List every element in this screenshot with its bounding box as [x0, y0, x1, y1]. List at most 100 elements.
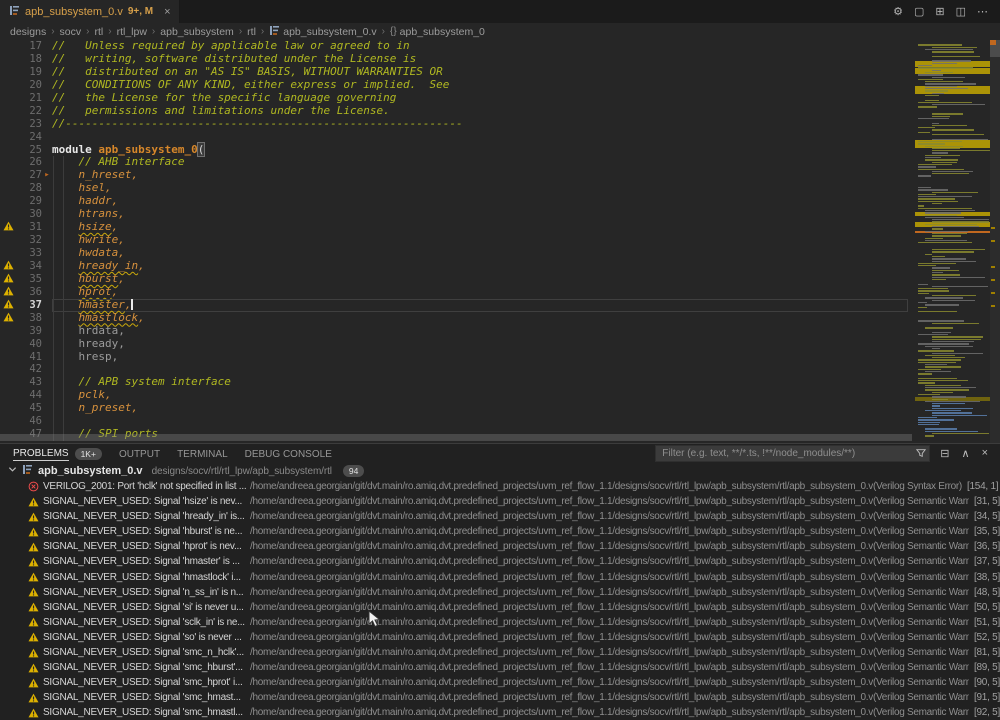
minimap-code-line	[918, 293, 929, 294]
grid-icon[interactable]: ⊞	[935, 5, 944, 18]
gutter-space	[0, 363, 16, 376]
problem-row-6[interactable]: SIGNAL_NEVER_USED: Signal 'hmastlock' i.…	[0, 570, 1000, 585]
code-line-39[interactable]: 39 hrdata,	[0, 325, 908, 338]
minimap-code-line	[932, 226, 979, 227]
code-token: n_preset,	[79, 401, 139, 414]
code-token: apb_subsystem_0	[98, 143, 197, 156]
problems-filter-input[interactable]	[655, 445, 930, 462]
code-line-content[interactable]: n_preset,	[52, 402, 908, 415]
code-line-23[interactable]: 23//------------------------------------…	[0, 118, 908, 131]
code-line-content[interactable]: haddr,	[52, 195, 908, 208]
chevron-down-icon[interactable]	[8, 465, 17, 477]
code-line-content[interactable]: hmastlock,	[52, 312, 908, 325]
minimap-code-line	[932, 433, 989, 434]
code-line-content[interactable]: hsel,	[52, 182, 908, 195]
breadcrumb-item-rtl_lpw[interactable]: rtl_lpw	[117, 26, 147, 38]
breadcrumb-item-rtl[interactable]: rtl	[247, 26, 256, 38]
minimap-code-line	[925, 371, 951, 372]
code-line-content[interactable]: //--------------------------------------…	[52, 118, 908, 131]
code-line-32[interactable]: 32 hwrite,	[0, 234, 908, 247]
tab-apb-subsystem-0[interactable]: apb_subsystem_0.v 9+, M ×	[0, 0, 180, 23]
code-line-27[interactable]: 27▸ n_hreset,	[0, 169, 908, 182]
code-line-41[interactable]: 41 hresp,	[0, 351, 908, 364]
gutter-space	[0, 402, 16, 415]
panel-tab-debug-console[interactable]: DEBUG CONSOLE	[245, 444, 332, 463]
collapse-all-icon[interactable]: ⊟	[940, 447, 949, 460]
code-line-content[interactable]: hprot,	[52, 286, 908, 299]
chevron-right-icon: ›	[239, 26, 242, 37]
minimap-code-line	[918, 417, 937, 418]
code-line-28[interactable]: 28 hsel,	[0, 182, 908, 195]
code-line-40[interactable]: 40 hready,	[0, 338, 908, 351]
code-line-31[interactable]: 31 hsize,	[0, 221, 908, 234]
problem-row-15[interactable]: SIGNAL_NEVER_USED: Signal 'smc_hmastl...…	[0, 705, 1000, 720]
code-line-35[interactable]: 35 hburst,	[0, 273, 908, 286]
code-line-content[interactable]: htrans,	[52, 208, 908, 221]
minimap-code-line	[925, 254, 932, 255]
code-line-content[interactable]	[52, 415, 908, 428]
panel-tab-output[interactable]: OUTPUT	[119, 444, 160, 463]
close-panel-icon[interactable]: ×	[982, 447, 988, 460]
breadcrumb-item-socv[interactable]: socv	[60, 26, 82, 38]
problem-location: [91, 5]	[974, 690, 1000, 705]
code-line-content[interactable]: // AHB interface	[52, 156, 908, 169]
problem-row-0[interactable]: VERILOG_2001: Port 'hclk' not specified …	[0, 479, 1000, 494]
code-line-content[interactable]: hready_in,	[52, 260, 908, 273]
code-line-30[interactable]: 30 htrans,	[0, 208, 908, 221]
problem-row-4[interactable]: SIGNAL_NEVER_USED: Signal 'hprot' is nev…	[0, 539, 1000, 554]
code-line-29[interactable]: 29 haddr,	[0, 195, 908, 208]
code-line-content[interactable]: hsize,	[52, 221, 908, 234]
problem-row-14[interactable]: SIGNAL_NEVER_USED: Signal 'smc_hmast... …	[0, 690, 1000, 705]
problem-filepath: /home/andreea.georgian/git/dvt.main/ro.a…	[250, 705, 969, 720]
code-line-content[interactable]: hwrite,	[52, 234, 908, 247]
minimap-code-line	[918, 65, 932, 66]
vertical-scrollbar[interactable]	[990, 40, 1000, 443]
code-area[interactable]: 17// Unless required by applicable law o…	[0, 40, 908, 441]
problem-row-10[interactable]: SIGNAL_NEVER_USED: Signal 'so' is never …	[0, 630, 1000, 645]
code-line-content[interactable]: hrdata,	[52, 325, 908, 338]
more-actions-icon[interactable]: ⋯	[977, 5, 988, 18]
code-line-34[interactable]: 34 hready_in,	[0, 260, 908, 273]
breadcrumb-item-apb_subsystem_0.v[interactable]: apb_subsystem_0.v	[269, 25, 376, 39]
problem-row-13[interactable]: SIGNAL_NEVER_USED: Signal 'smc_hprot' i.…	[0, 675, 1000, 690]
problem-row-12[interactable]: SIGNAL_NEVER_USED: Signal 'smc_hburst'..…	[0, 660, 1000, 675]
problem-row-11[interactable]: SIGNAL_NEVER_USED: Signal 'smc_n_hclk'..…	[0, 645, 1000, 660]
maximize-panel-icon[interactable]: ∧	[962, 447, 970, 460]
code-line-content[interactable]: hburst,	[52, 273, 908, 286]
problem-row-1[interactable]: SIGNAL_NEVER_USED: Signal 'hsize' is nev…	[0, 494, 1000, 509]
box-icon[interactable]: ▢	[914, 5, 924, 18]
code-line-content[interactable]: // APB system interface	[52, 376, 908, 389]
code-line-content[interactable]: n_hreset,	[52, 169, 908, 182]
code-line-content[interactable]: pclk,	[52, 389, 908, 402]
code-line-36[interactable]: 36 hprot,	[0, 286, 908, 299]
horizontal-scrollbar[interactable]	[0, 434, 912, 441]
code-line-content[interactable]: hwdata,	[52, 247, 908, 260]
breadcrumb-item-apb_subsystem_0[interactable]: {}apb_subsystem_0	[390, 26, 485, 38]
close-icon[interactable]: ×	[164, 6, 170, 18]
problem-row-2[interactable]: SIGNAL_NEVER_USED: Signal 'hready_in' is…	[0, 509, 1000, 524]
problem-row-7[interactable]: SIGNAL_NEVER_USED: Signal 'n_ss_in' is n…	[0, 585, 1000, 600]
problem-row-3[interactable]: SIGNAL_NEVER_USED: Signal 'hburst' is ne…	[0, 524, 1000, 539]
panel-tab-terminal[interactable]: TERMINAL	[177, 444, 228, 463]
split-editor-icon[interactable]: ◫	[956, 5, 966, 18]
code-line-38[interactable]: 38 hmastlock,	[0, 312, 908, 325]
minimap-code-line	[925, 428, 957, 429]
problem-row-8[interactable]: SIGNAL_NEVER_USED: Signal 'si' is never …	[0, 600, 1000, 615]
code-line-content[interactable]: hready,	[52, 338, 908, 351]
fold-column	[42, 131, 52, 144]
breadcrumb-item-designs[interactable]: designs	[10, 26, 46, 38]
code-line-content[interactable]: hmaster,	[52, 299, 908, 312]
problem-row-5[interactable]: SIGNAL_NEVER_USED: Signal 'hmaster' is .…	[0, 554, 1000, 569]
breadcrumb-item-rtl[interactable]: rtl	[94, 26, 103, 38]
code-line-45[interactable]: 45 n_preset,	[0, 402, 908, 415]
gear-icon[interactable]: ⚙	[893, 5, 903, 18]
panel-tab-problems[interactable]: PROBLEMS1K+	[13, 444, 102, 463]
problems-file-group[interactable]: apb_subsystem_0.v designs/socv/rtl/rtl_l…	[0, 463, 1000, 479]
problem-message: SIGNAL_NEVER_USED: Signal 'hready_in' is…	[43, 509, 250, 524]
minimap-code-line	[932, 274, 960, 275]
code-line-content[interactable]: hresp,	[52, 351, 908, 364]
code-line-43[interactable]: 43 // APB system interface	[0, 376, 908, 389]
breadcrumb-item-apb_subsystem[interactable]: apb_subsystem	[160, 26, 234, 38]
minimap[interactable]	[915, 40, 990, 443]
problem-row-9[interactable]: SIGNAL_NEVER_USED: Signal 'sclk_in' is n…	[0, 615, 1000, 630]
